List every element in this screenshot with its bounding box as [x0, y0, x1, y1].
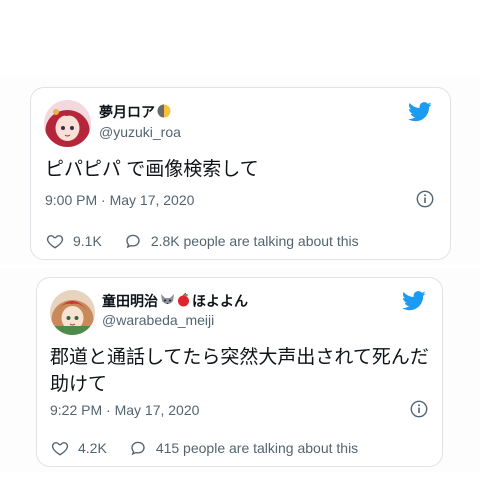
like-button[interactable]: 4.2K — [51, 439, 107, 457]
talking-count: 2.8K people are talking about this — [150, 233, 359, 249]
tweet-card[interactable]: 夢月ロア @yuzuki_roa ピパピパ で画像検索して 9:00 PM · … — [30, 87, 451, 260]
tweet-text: ピパピパ で画像検索して — [45, 159, 259, 180]
like-button[interactable]: 9.1K — [46, 232, 102, 250]
tweet-actions: 4.2K 415 people are talking about this — [51, 439, 358, 457]
talking-count: 415 people are talking about this — [155, 440, 359, 456]
timestamp[interactable]: 9:00 PM · May 17, 2020 — [45, 192, 194, 208]
tweet-actions: 9.1K 2.8K people are talking about this — [46, 232, 359, 250]
apple-emoji-icon — [177, 292, 190, 310]
speech-bubble-icon — [131, 441, 145, 456]
display-name[interactable]: 夢月ロア — [99, 102, 171, 122]
info-icon[interactable] — [410, 400, 428, 418]
display-name-suffix: ほよよん — [192, 293, 248, 309]
display-name-text: 童田明治 — [102, 293, 158, 309]
reply-button[interactable]: 2.8K people are talking about this — [124, 232, 359, 250]
tweet-card[interactable]: 童田明治 ほよよん @warabeda_meiji 郡道と通話してたら突然大声出… — [36, 277, 443, 467]
avatar[interactable] — [44, 100, 91, 147]
timestamp[interactable]: 9:22 PM · May 17, 2020 — [50, 402, 199, 418]
heart-icon — [46, 235, 64, 249]
info-icon[interactable] — [416, 190, 434, 208]
moon-emoji-icon — [157, 104, 171, 121]
speech-bubble-icon — [126, 234, 140, 249]
user-handle[interactable]: @yuzuki_roa — [99, 124, 181, 140]
heart-icon — [51, 442, 69, 456]
wolf-emoji-icon — [160, 293, 175, 310]
tweet-text: 郡道と通話してたら突然大声出されて死んだ助けて — [50, 347, 429, 395]
reply-button[interactable]: 415 people are talking about this — [129, 439, 358, 457]
twitter-bird-icon[interactable] — [408, 102, 432, 122]
display-name[interactable]: 童田明治 ほよよん — [102, 291, 248, 311]
user-handle[interactable]: @warabeda_meiji — [102, 312, 214, 328]
display-name-text: 夢月ロア — [99, 104, 155, 120]
avatar[interactable] — [50, 290, 95, 335]
like-count: 9.1K — [73, 233, 102, 249]
like-count: 4.2K — [78, 440, 107, 456]
twitter-bird-icon[interactable] — [402, 291, 426, 311]
